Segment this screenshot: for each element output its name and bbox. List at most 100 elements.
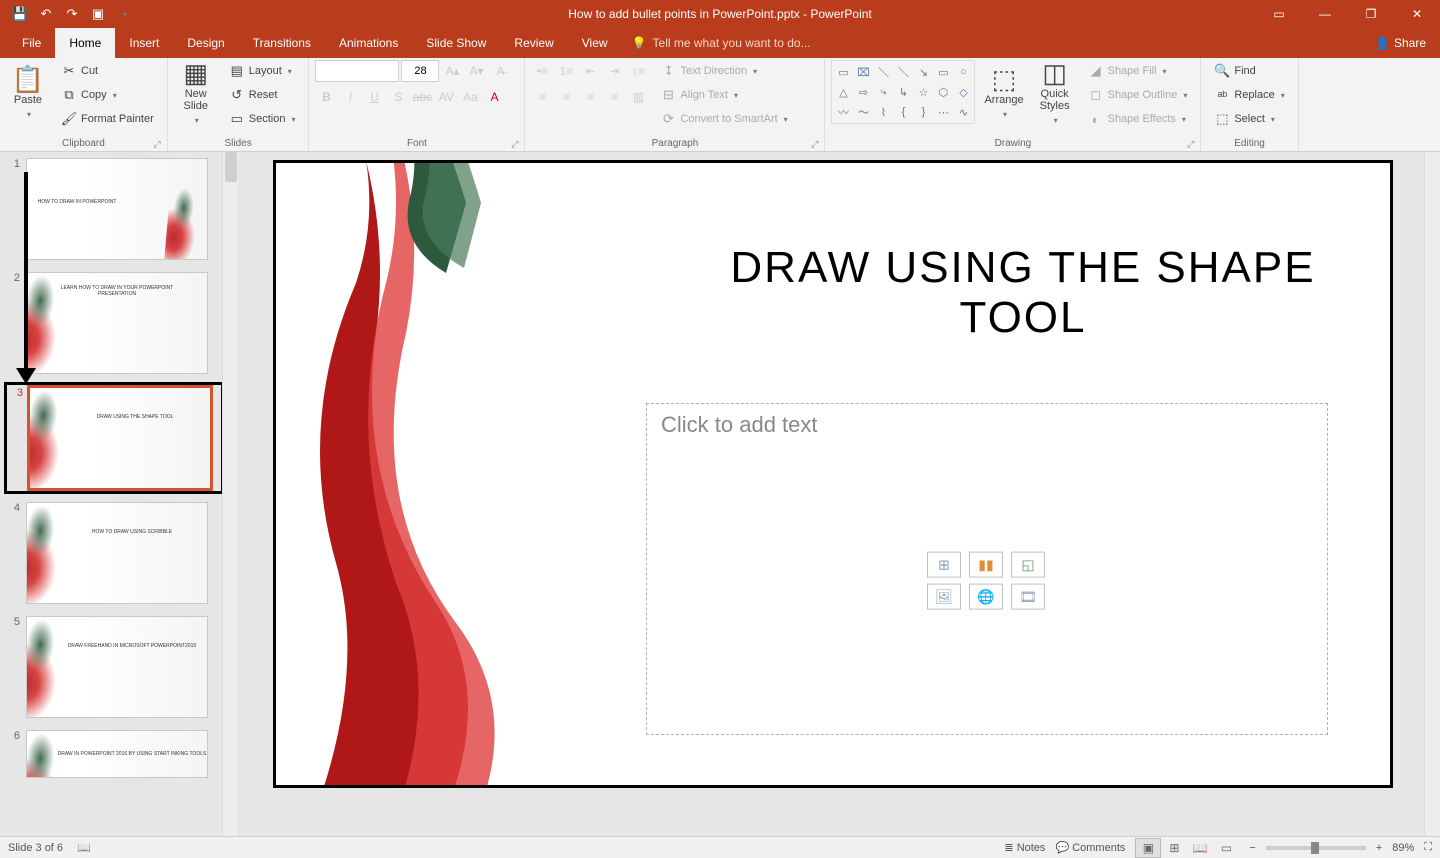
align-text-button[interactable]: ⊟Align Text▾	[653, 84, 794, 106]
shape-rectangle-icon[interactable]: ▭	[834, 63, 852, 81]
arrange-button[interactable]: ⬚Arrange▾	[979, 60, 1028, 130]
shape-curve-icon[interactable]: 〰	[834, 103, 852, 121]
shadow-button[interactable]: S	[387, 86, 409, 108]
convert-smartart-button[interactable]: ⟳Convert to SmartArt▾	[653, 108, 794, 130]
slideshow-view-button[interactable]: ▭	[1213, 838, 1239, 858]
quick-styles-button[interactable]: ◫Quick Styles▾	[1033, 60, 1077, 130]
bold-button[interactable]: B	[315, 86, 337, 108]
layout-button[interactable]: ▤Layout▾	[222, 60, 303, 82]
line-spacing-button[interactable]: ↕≡	[627, 60, 649, 82]
shape-curve3-icon[interactable]: ⌇	[874, 103, 892, 121]
share-button[interactable]: 👤 Share	[1361, 28, 1440, 58]
slide-thumbnail-1[interactable]: 1 HOW TO DRAW IN POWERPOINT	[0, 152, 238, 266]
shape-curve2-icon[interactable]: 〜	[854, 103, 872, 121]
shape-fill-button[interactable]: ◢Shape Fill▾	[1081, 60, 1195, 82]
normal-view-button[interactable]: ▣	[1135, 838, 1161, 858]
shape-outline-button[interactable]: ◻Shape Outline▾	[1081, 84, 1195, 106]
tab-review[interactable]: Review	[500, 28, 567, 58]
shape-brace-left-icon[interactable]: {	[894, 103, 912, 121]
decrease-indent-button[interactable]: ⇤	[579, 60, 601, 82]
dialog-launcher-icon[interactable]: ⤢	[154, 139, 161, 150]
undo-button[interactable]: ↶	[34, 2, 58, 26]
dialog-launcher-icon[interactable]: ⤢	[511, 139, 518, 150]
slide-thumbnail-5[interactable]: 5 DRAW FREEHAND IN MICROSOFT POWERPOINT2…	[0, 610, 238, 724]
shape-arrow-icon[interactable]: ↘	[914, 63, 932, 81]
section-button[interactable]: ▭Section▾	[222, 108, 303, 130]
scrollbar-handle[interactable]	[225, 152, 237, 182]
align-left-button[interactable]: ≡	[531, 86, 553, 108]
tab-animations[interactable]: Animations	[325, 28, 412, 58]
dialog-launcher-icon[interactable]: ⤢	[811, 139, 818, 150]
maximize-button[interactable]: ❐	[1348, 0, 1394, 28]
minimize-button[interactable]: —	[1302, 0, 1348, 28]
slide-thumbnail-4[interactable]: 4 HOW TO DRAW USING SCRIBBLE	[0, 496, 238, 610]
font-size-combo[interactable]	[401, 60, 439, 82]
underline-button[interactable]: U	[363, 86, 385, 108]
slide-title[interactable]: DRAW USING THE SHAPE TOOL	[716, 243, 1330, 343]
columns-button[interactable]: ▥	[627, 86, 649, 108]
start-from-beginning-button[interactable]: ▣	[86, 2, 110, 26]
notes-button[interactable]: ≣ Notes	[1004, 841, 1045, 854]
dialog-launcher-icon[interactable]: ⤢	[1187, 139, 1194, 150]
find-button[interactable]: 🔍Find	[1207, 60, 1291, 82]
content-placeholder[interactable]: Click to add text ⊞ ▮▮ ◱ 🖼 🌐 🎞	[646, 403, 1328, 735]
shape-arrow2-icon[interactable]: ⇨	[854, 83, 872, 101]
slide-thumbnail-2[interactable]: 2 LEARN HOW TO DRAW IN YOUR POWERPOINT P…	[0, 266, 238, 380]
copy-button[interactable]: ⧉Copy▾	[54, 84, 161, 106]
clear-formatting-button[interactable]: A̶	[489, 60, 511, 82]
shape-more-icon[interactable]: ⋯	[934, 103, 952, 121]
shape-scribble-icon[interactable]: ∿	[954, 103, 972, 121]
align-right-button[interactable]: ≡	[579, 86, 601, 108]
change-case-button[interactable]: Aa	[459, 86, 481, 108]
zoom-out-button[interactable]: −	[1249, 842, 1255, 854]
ribbon-display-options-button[interactable]: ▭	[1256, 0, 1302, 28]
slide-thumbnail-3[interactable]: 3 DRAW USING THE SHAPE TOOL	[7, 385, 221, 491]
new-slide-button[interactable]: ▦ New Slide ▾	[174, 60, 218, 130]
align-center-button[interactable]: ≡	[555, 86, 577, 108]
tab-insert[interactable]: Insert	[115, 28, 173, 58]
shape-oval-icon[interactable]: ○	[954, 63, 972, 81]
shape-hexagon-icon[interactable]: ⬡	[934, 83, 952, 101]
slide-thumbnail-6[interactable]: 6 DRAW IN POWERPOINT 2016 BY USING START…	[0, 724, 238, 784]
tab-file[interactable]: File	[8, 28, 55, 58]
increase-font-button[interactable]: A▴	[441, 60, 463, 82]
font-color-button[interactable]: A	[483, 86, 505, 108]
spellcheck-icon[interactable]: 📖	[77, 841, 91, 854]
redo-button[interactable]: ↷	[60, 2, 84, 26]
tab-slideshow[interactable]: Slide Show	[412, 28, 500, 58]
zoom-slider[interactable]	[1266, 846, 1366, 850]
shape-line-icon[interactable]: ＼	[874, 63, 892, 81]
decrease-font-button[interactable]: A▾	[465, 60, 487, 82]
shape-triangle-icon[interactable]: △	[834, 83, 852, 101]
zoom-percentage[interactable]: 89%	[1392, 842, 1414, 854]
zoom-slider-thumb[interactable]	[1311, 842, 1319, 854]
shape-callout-icon[interactable]: ◇	[954, 83, 972, 101]
slide-canvas[interactable]: DRAW USING THE SHAPE TOOL Click to add t…	[273, 160, 1393, 788]
insert-video-icon[interactable]: 🎞	[1011, 584, 1045, 610]
fit-to-window-button[interactable]: ⛶	[1424, 841, 1432, 854]
save-button[interactable]: 💾	[8, 2, 32, 26]
tab-design[interactable]: Design	[173, 28, 238, 58]
italic-button[interactable]: I	[339, 86, 361, 108]
insert-online-picture-icon[interactable]: 🌐	[969, 584, 1003, 610]
slide-sorter-view-button[interactable]: ⊞	[1161, 838, 1187, 858]
increase-indent-button[interactable]: ⇥	[603, 60, 625, 82]
replace-button[interactable]: ᵃᵇReplace▾	[1207, 84, 1291, 106]
tab-home[interactable]: Home	[55, 28, 115, 58]
insert-picture-icon[interactable]: 🖼	[927, 584, 961, 610]
numbering-button[interactable]: 1≡	[555, 60, 577, 82]
select-button[interactable]: ⬚Select▾	[1207, 108, 1291, 130]
tell-me-search[interactable]: 💡 Tell me what you want to do...	[622, 28, 821, 58]
shapes-gallery[interactable]: ▭ ⌧ ＼ ＼ ↘ ▭ ○ △ ⇨ ⤷ ↳ ☆ ⬡ ◇ 〰 〜 ⌇ { } ⋯	[831, 60, 975, 124]
reading-view-button[interactable]: 📖	[1187, 838, 1213, 858]
insert-chart-icon[interactable]: ▮▮	[969, 552, 1003, 578]
reset-button[interactable]: ↺Reset	[222, 84, 303, 106]
shape-star-icon[interactable]: ☆	[914, 83, 932, 101]
justify-button[interactable]: ≡	[603, 86, 625, 108]
zoom-in-button[interactable]: +	[1376, 842, 1382, 854]
tab-view[interactable]: View	[568, 28, 622, 58]
shape-brace-right-icon[interactable]: }	[914, 103, 932, 121]
font-family-combo[interactable]	[315, 60, 399, 82]
cut-button[interactable]: ✂Cut	[54, 60, 161, 82]
slide-scrollbar[interactable]	[1424, 152, 1440, 836]
